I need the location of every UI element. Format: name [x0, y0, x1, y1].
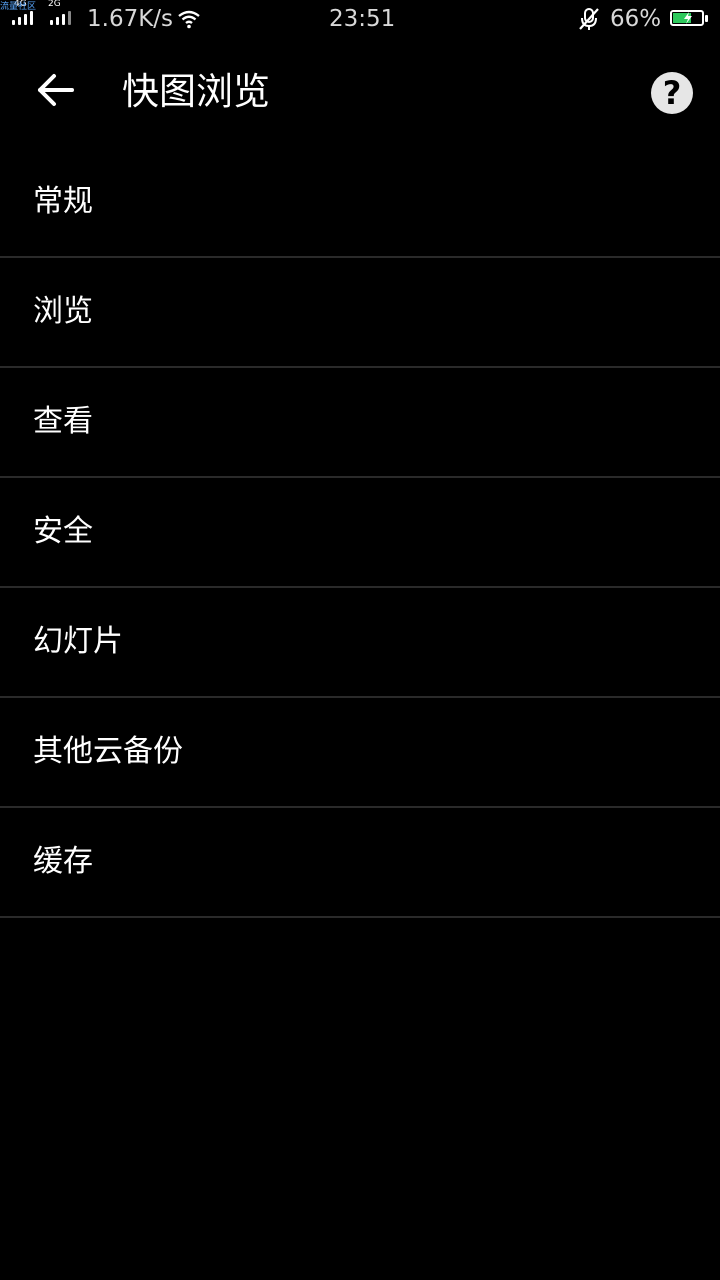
settings-item-label: 查看: [33, 404, 93, 439]
mute-icon: [579, 8, 599, 30]
status-bar: 4G 流量社区 2G 1.67K/s 23:51 66%: [0, 0, 720, 40]
settings-item-general[interactable]: 常规: [0, 148, 720, 258]
battery-tip: [705, 15, 708, 22]
settings-item-label: 浏览: [33, 294, 93, 329]
arrow-left-icon: [38, 74, 74, 106]
battery-percent: 66%: [610, 6, 662, 32]
settings-item-cache[interactable]: 缓存: [0, 808, 720, 918]
settings-item-label: 安全: [33, 514, 93, 549]
settings-item-slideshow[interactable]: 幻灯片: [0, 588, 720, 698]
back-button[interactable]: [28, 62, 84, 118]
signal-icon-sim1: [12, 11, 42, 25]
settings-list: 常规 浏览 查看 安全 幻灯片 其他云备份 缓存: [0, 148, 720, 918]
settings-item-label: 其他云备份: [33, 734, 183, 769]
settings-item-label: 幻灯片: [33, 624, 123, 659]
page-title: 快图浏览: [122, 70, 270, 113]
help-button[interactable]: ?: [651, 72, 693, 114]
app-bar: 快图浏览 ?: [0, 40, 720, 148]
network-type-2: 2G: [48, 0, 61, 9]
signal-icon-sim2: [50, 11, 80, 25]
battery-icon: [670, 10, 704, 26]
charging-icon: [684, 12, 692, 24]
clock: 23:51: [329, 6, 396, 32]
settings-item-other-cloud-backup[interactable]: 其他云备份: [0, 698, 720, 808]
carrier-overlay: 流量社区: [0, 2, 37, 12]
settings-item-label: 常规: [33, 184, 93, 219]
settings-item-security[interactable]: 安全: [0, 478, 720, 588]
network-speed: 1.67K/s: [87, 6, 174, 32]
wifi-icon: [178, 10, 200, 29]
settings-item-label: 缓存: [33, 844, 93, 879]
help-icon: ?: [662, 74, 682, 112]
settings-item-browse[interactable]: 浏览: [0, 258, 720, 368]
settings-item-view[interactable]: 查看: [0, 368, 720, 478]
